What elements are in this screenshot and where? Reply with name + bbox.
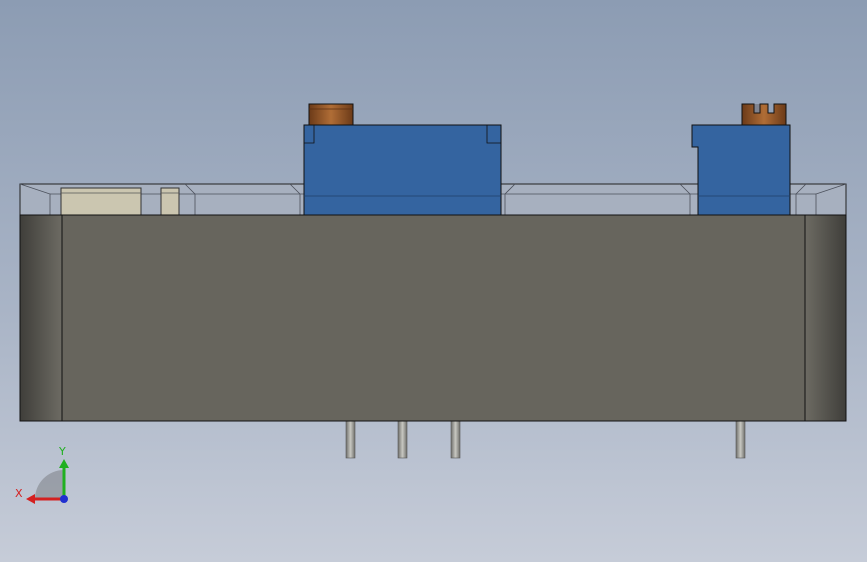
base-body (19, 214, 847, 422)
pin (450, 420, 461, 459)
z-axis-dot (60, 495, 68, 503)
y-axis-label: Y (58, 445, 66, 458)
blue-component-large (303, 124, 502, 216)
connector-pins (345, 420, 746, 459)
pin (397, 420, 408, 459)
x-axis-label: X (15, 487, 23, 500)
beige-component (60, 187, 180, 216)
orientation-triad: X Y (15, 445, 69, 504)
pin (735, 420, 746, 459)
triad-arc (35, 470, 64, 499)
model-view[interactable]: X Y (0, 0, 867, 562)
knob-small-slotted (741, 103, 787, 126)
cad-viewport[interactable]: X Y (0, 0, 867, 562)
knob-large (308, 103, 354, 126)
pin (345, 420, 356, 459)
blue-component-small (691, 124, 791, 216)
